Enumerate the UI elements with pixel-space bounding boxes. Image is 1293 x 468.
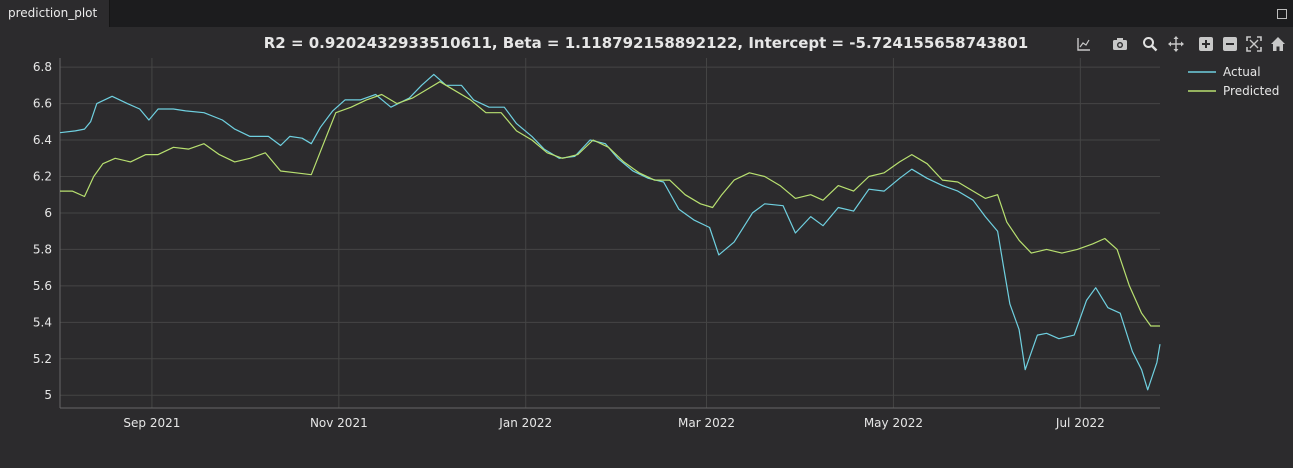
- y-tick-label: 6: [44, 206, 52, 220]
- y-tick-label: 6.8: [33, 60, 52, 74]
- legend-label: Actual: [1223, 65, 1261, 79]
- x-tick-label: Jan 2022: [498, 416, 552, 430]
- series-line-actual: [59, 73, 1161, 391]
- series-lines: [59, 73, 1161, 391]
- y-tick-label: 5: [44, 388, 52, 402]
- y-tick-label: 6.4: [33, 133, 52, 147]
- legend: Actual Predicted: [1188, 65, 1279, 98]
- y-tick-label: 6.2: [33, 169, 52, 183]
- series-line-predicted: [60, 81, 1160, 327]
- x-tick-label: Nov 2021: [310, 416, 368, 430]
- legend-label: Predicted: [1223, 84, 1279, 98]
- chart-title: R2 = 0.9202432933510611, Beta = 1.118792…: [264, 34, 1028, 52]
- y-tick-label: 5.6: [33, 279, 52, 293]
- y-tick-label: 5.8: [33, 242, 52, 256]
- plot-window: prediction_plot R2 = 0.9202432933510611,: [0, 0, 1293, 468]
- axes: 5 5.2 5.4 5.6 5.8 6 6.2 6.4 6.6 6.8 Sep 2021 Nov 20…: [33, 58, 1160, 430]
- x-tick-label: Sep 2021: [123, 416, 180, 430]
- y-tick-label: 5.4: [33, 315, 52, 329]
- tab-bar: prediction_plot: [0, 0, 1293, 27]
- grid: [60, 58, 1160, 408]
- tab-prediction-plot[interactable]: prediction_plot: [0, 0, 110, 27]
- y-tick-label: 5.2: [33, 352, 52, 366]
- maximize-icon[interactable]: [1277, 9, 1287, 19]
- x-tick-label: May 2022: [864, 416, 923, 430]
- x-tick-label: Jul 2022: [1055, 416, 1105, 430]
- x-tick-label: Mar 2022: [678, 416, 735, 430]
- prediction-chart: R2 = 0.9202432933510611, Beta = 1.118792…: [33, 34, 1279, 430]
- y-tick-label: 6.6: [33, 97, 52, 111]
